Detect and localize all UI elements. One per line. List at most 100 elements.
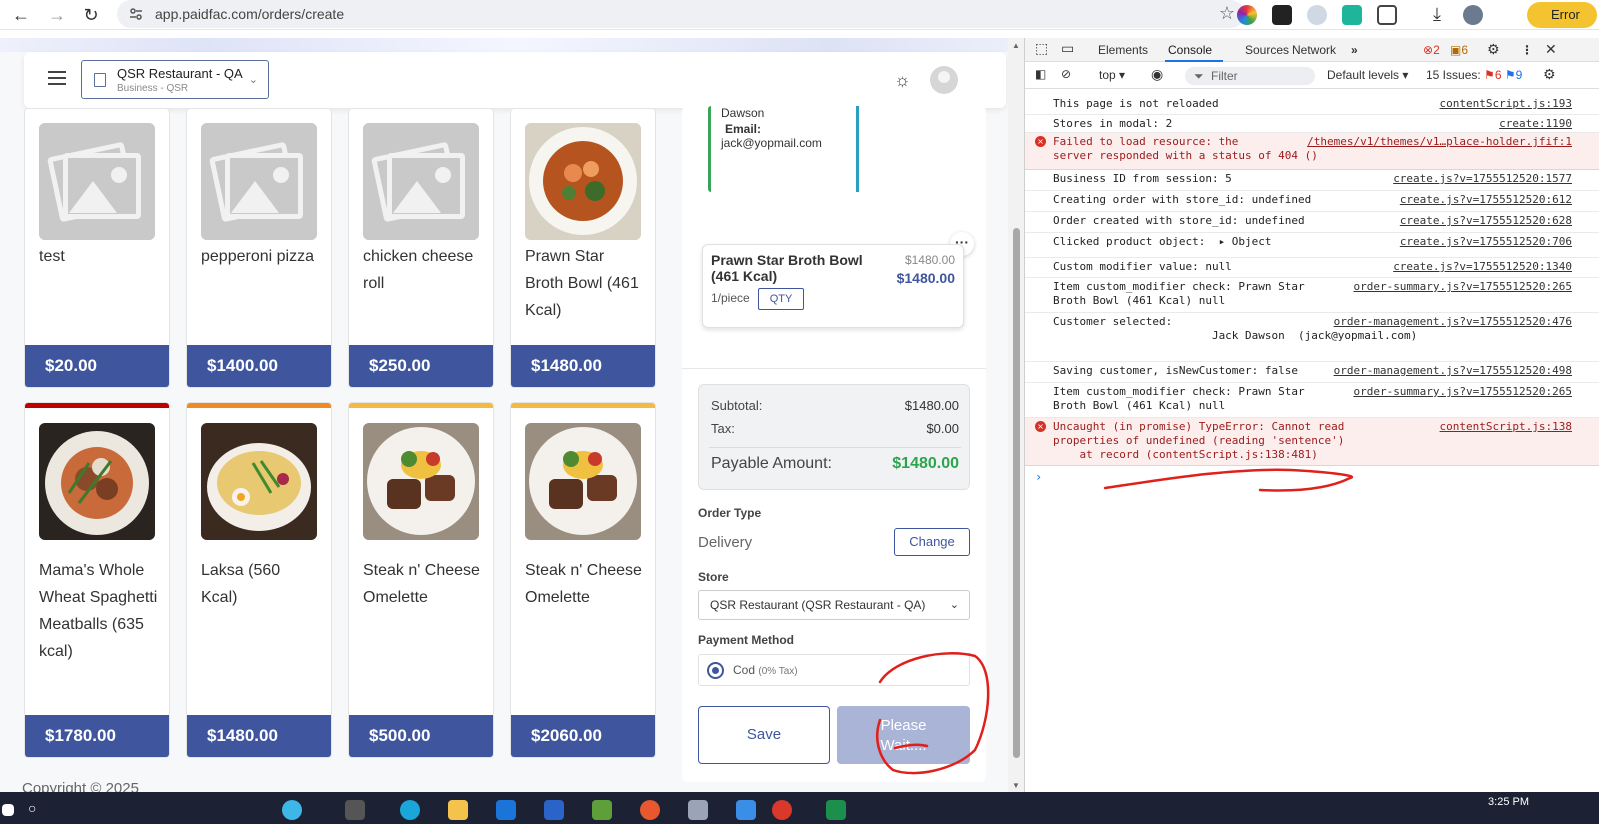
start-icon[interactable] xyxy=(2,804,14,816)
scroll-down-icon[interactable]: ▼ xyxy=(1012,781,1020,790)
payable-row: Payable Amount: $1480.00 xyxy=(711,455,959,473)
product-image xyxy=(201,423,317,540)
store-dropdown[interactable]: QSR Restaurant (QSR Restaurant - QA) ⌄ xyxy=(698,590,970,620)
more-tabs-icon[interactable]: » xyxy=(1351,43,1358,57)
bookmark-star-icon[interactable]: ☆ xyxy=(1219,3,1235,24)
payment-radio[interactable] xyxy=(707,662,724,679)
url-text: app.paidfac.com/orders/create xyxy=(155,6,345,22)
clear-console-icon[interactable]: ⊘ xyxy=(1061,67,1071,81)
search-icon[interactable]: ○ xyxy=(28,800,48,820)
extension-shield-icon[interactable] xyxy=(1307,5,1327,25)
store-selector[interactable]: QSR Restaurant - QA Business - QSR ⌄ xyxy=(81,60,269,99)
chrome-icon[interactable] xyxy=(772,800,792,820)
console-source-link[interactable]: create.js?v=1755512520:628 xyxy=(1400,214,1572,228)
console-prompt-icon[interactable]: › xyxy=(1035,470,1042,484)
taskview-icon[interactable] xyxy=(345,800,365,820)
please-wait-button[interactable]: Please Wait.... xyxy=(837,706,970,764)
extension-dark-icon[interactable] xyxy=(1272,5,1292,25)
user-avatar[interactable] xyxy=(930,66,958,94)
console-settings-icon[interactable]: ⚙ xyxy=(1543,66,1556,83)
add-customer-card[interactable] xyxy=(856,106,962,192)
sidebar-toggle-icon[interactable]: ◧ xyxy=(1035,67,1046,81)
console-source-link[interactable]: create.js?v=1755512520:1340 xyxy=(1393,260,1572,274)
order-panel: Dawson Email: jack@yopmail.com ··· Prawn… xyxy=(682,106,986,782)
tab-sources[interactable]: Sources xyxy=(1245,43,1289,57)
qty-button[interactable]: QTY xyxy=(758,288,804,310)
save-button[interactable]: Save xyxy=(698,706,830,764)
category-band xyxy=(187,403,331,408)
product-card[interactable]: pepperoni pizza $1400.00 xyxy=(186,108,332,388)
settings-gear-icon[interactable]: ⚙ xyxy=(1487,41,1500,58)
tab-network[interactable]: Network xyxy=(1292,43,1336,57)
forward-icon[interactable]: → xyxy=(44,3,70,27)
app-icon-green[interactable] xyxy=(592,800,612,820)
product-card[interactable]: Steak n' Cheese Omelette $2060.00 xyxy=(510,402,656,758)
customer-card[interactable]: Dawson Email: jack@yopmail.com xyxy=(708,106,834,192)
live-expression-eye-icon[interactable]: ◉ xyxy=(1151,66,1163,83)
excel-icon[interactable] xyxy=(826,800,846,820)
site-info-icon[interactable] xyxy=(129,7,143,21)
issues-counter[interactable]: 15 Issues: ⚑6 ⚑9 xyxy=(1426,68,1522,82)
product-card[interactable]: Laksa (560 Kcal) $1480.00 xyxy=(186,402,332,758)
inspect-icon[interactable]: ⬚ xyxy=(1035,40,1048,57)
console-source-link[interactable]: order-summary.js?v=1755512520:265 xyxy=(1353,280,1572,294)
extension-color-icon[interactable] xyxy=(1237,5,1257,25)
back-icon[interactable]: ← xyxy=(8,3,34,27)
console-filter-input[interactable]: ⏷ Filter xyxy=(1185,67,1315,85)
warning-count-badge[interactable]: ▣6 xyxy=(1450,43,1468,57)
scrollbar-thumb[interactable] xyxy=(1013,228,1020,758)
device-toggle-icon[interactable]: ▭ xyxy=(1061,40,1074,57)
tab-elements[interactable]: Elements xyxy=(1098,43,1148,57)
header-backdrop xyxy=(0,38,1036,52)
product-card[interactable]: test $20.00 xyxy=(24,108,170,388)
category-band xyxy=(349,403,493,408)
console-source-link[interactable]: /themes/v1/themes/v1…place-holder.jfif:1 xyxy=(1307,135,1572,149)
tax-value: $0.00 xyxy=(926,421,959,436)
app-icon-calendar[interactable] xyxy=(736,800,756,820)
console-source-link[interactable]: contentScript.js:193 xyxy=(1440,97,1572,111)
profile-avatar-icon[interactable] xyxy=(1463,5,1483,25)
tab-console[interactable]: Console xyxy=(1168,43,1212,57)
console-source-link[interactable]: order-management.js?v=1755512520:476 xyxy=(1334,315,1572,329)
page-scrollbar[interactable]: ▲ ▼ xyxy=(1008,38,1024,792)
file-explorer-icon[interactable] xyxy=(448,800,468,820)
reload-icon[interactable]: ↻ xyxy=(78,3,104,27)
console-source-link[interactable]: create.js?v=1755512520:1577 xyxy=(1393,172,1572,186)
console-source-link[interactable]: order-summary.js?v=1755512520:265 xyxy=(1353,385,1572,399)
more-options-icon[interactable]: ⋮ xyxy=(1521,43,1533,57)
download-icon[interactable]: ⤓ xyxy=(1427,5,1447,25)
scroll-up-icon[interactable]: ▲ xyxy=(1012,41,1020,50)
close-devtools-icon[interactable]: ✕ xyxy=(1545,41,1557,58)
error-count-badge[interactable]: ⊗2 xyxy=(1423,43,1440,57)
payment-option-cod[interactable]: Cod (0% Tax) xyxy=(698,654,970,686)
console-source-link[interactable]: contentScript.js:138 xyxy=(1440,420,1572,434)
menu-icon[interactable] xyxy=(48,71,66,85)
product-card[interactable]: Steak n' Cheese Omelette $500.00 xyxy=(348,402,494,758)
log-levels-dropdown[interactable]: Default levels ▾ xyxy=(1327,68,1408,82)
weather-icon[interactable] xyxy=(282,800,302,820)
edge-icon[interactable] xyxy=(400,800,420,820)
theme-toggle-icon[interactable]: ☼ xyxy=(894,70,911,91)
please-wait-label: Please Wait.... xyxy=(880,717,927,754)
issues-error-value: 6 xyxy=(1494,68,1502,82)
product-card[interactable]: Mama's Whole Wheat Spaghetti Meatballs (… xyxy=(24,402,170,758)
app-icon-blue[interactable] xyxy=(496,800,516,820)
change-order-type-button[interactable]: Change xyxy=(894,528,970,556)
browser-error-pill[interactable]: Error xyxy=(1527,2,1597,28)
food-photo xyxy=(201,423,317,540)
cart-item[interactable]: Prawn Star Broth Bowl (461 Kcal) $1480.0… xyxy=(702,244,964,328)
console-message-text: Item custom_modifier check: Prawn Star B… xyxy=(1053,280,1305,307)
address-bar[interactable]: app.paidfac.com/orders/create ☆ xyxy=(117,0,1245,28)
console-source-link[interactable]: order-management.js?v=1755512520:498 xyxy=(1334,364,1572,378)
extension-green-icon[interactable] xyxy=(1342,5,1362,25)
console-source-link[interactable]: create.js?v=1755512520:706 xyxy=(1400,235,1572,249)
product-card[interactable]: Prawn Star Broth Bowl (461 Kcal) $1480.00 xyxy=(510,108,656,388)
app-icon-notes[interactable] xyxy=(688,800,708,820)
console-source-link[interactable]: create.js?v=1755512520:612 xyxy=(1400,193,1572,207)
app-icon-store[interactable] xyxy=(544,800,564,820)
console-source-link[interactable]: create:1190 xyxy=(1499,117,1572,131)
extensions-puzzle-icon[interactable] xyxy=(1377,5,1397,25)
app-icon-orange[interactable] xyxy=(640,800,660,820)
context-selector[interactable]: top ▾ xyxy=(1099,68,1125,82)
product-card[interactable]: chicken cheese roll $250.00 xyxy=(348,108,494,388)
